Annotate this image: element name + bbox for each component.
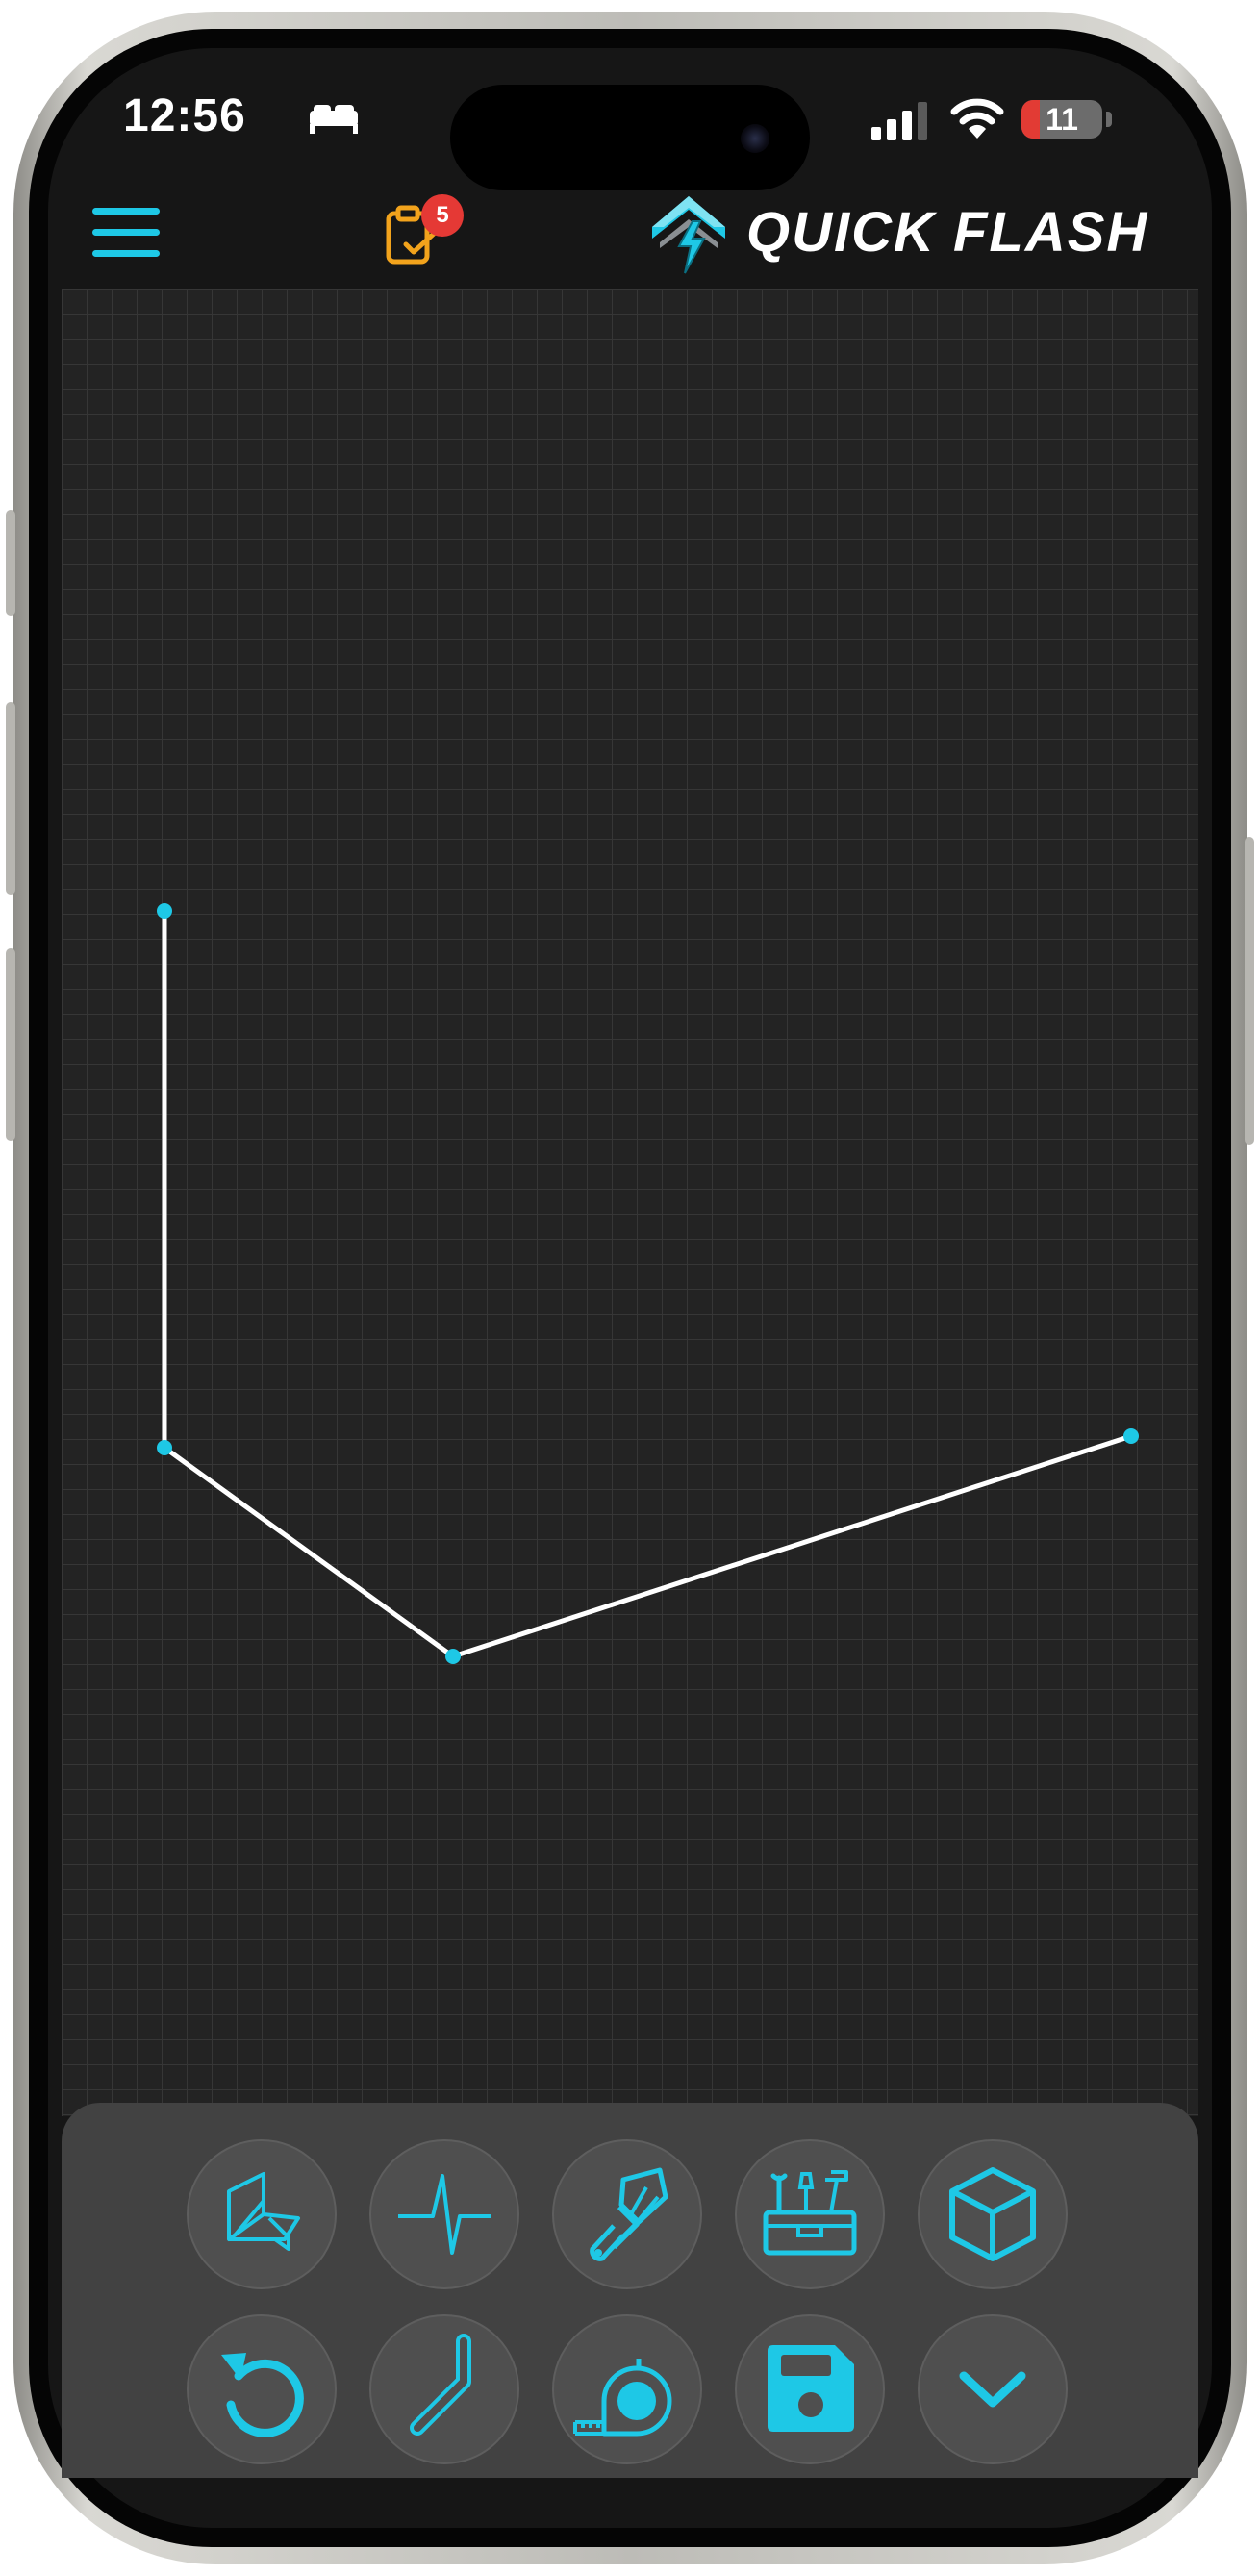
action-button	[6, 510, 15, 616]
pulse-line-button[interactable]	[369, 2139, 519, 2289]
drawing-canvas[interactable]	[62, 289, 1198, 2116]
brand-title: QUICK FLASH	[746, 201, 1149, 264]
toolbox-button[interactable]	[735, 2139, 885, 2289]
tape-measure-icon	[573, 2359, 672, 2437]
save-button[interactable]	[735, 2314, 885, 2464]
battery-tip	[1106, 112, 1112, 127]
bend-line-icon	[410, 2334, 471, 2436]
quick-flash-logo-icon	[652, 196, 725, 274]
pulse-line-icon	[398, 2174, 491, 2255]
3d-view-button[interactable]	[918, 2139, 1068, 2289]
collapse-toolbar-button[interactable]	[918, 2314, 1068, 2464]
power-button	[1245, 837, 1254, 1145]
cube-icon	[949, 2167, 1036, 2261]
undo-button[interactable]	[187, 2314, 337, 2464]
volume-down-button	[6, 948, 15, 1141]
wifi-icon	[950, 98, 1004, 139]
save-disk-icon	[768, 2345, 854, 2432]
fold-sheet-icon	[227, 2172, 300, 2251]
toolbox-icon	[763, 2170, 857, 2256]
status-time: 12:56	[123, 90, 246, 141]
undo-icon	[221, 2353, 304, 2437]
battery-level: 11	[1046, 102, 1078, 137]
measure-button[interactable]	[552, 2314, 702, 2464]
bed-icon	[310, 105, 358, 134]
paint-button[interactable]	[552, 2139, 702, 2289]
paint-brush-icon	[590, 2167, 668, 2261]
fold-sheet-button[interactable]	[187, 2139, 337, 2289]
tasks-badge: 5	[421, 194, 464, 237]
front-camera	[741, 124, 769, 153]
battery-icon: 11	[1021, 100, 1102, 139]
volume-up-button	[6, 702, 15, 895]
cellular-signal-icon	[871, 102, 927, 140]
hamburger-menu-icon[interactable]	[92, 206, 162, 260]
bend-button[interactable]	[369, 2314, 519, 2464]
chevron-down-icon	[959, 2371, 1026, 2408]
